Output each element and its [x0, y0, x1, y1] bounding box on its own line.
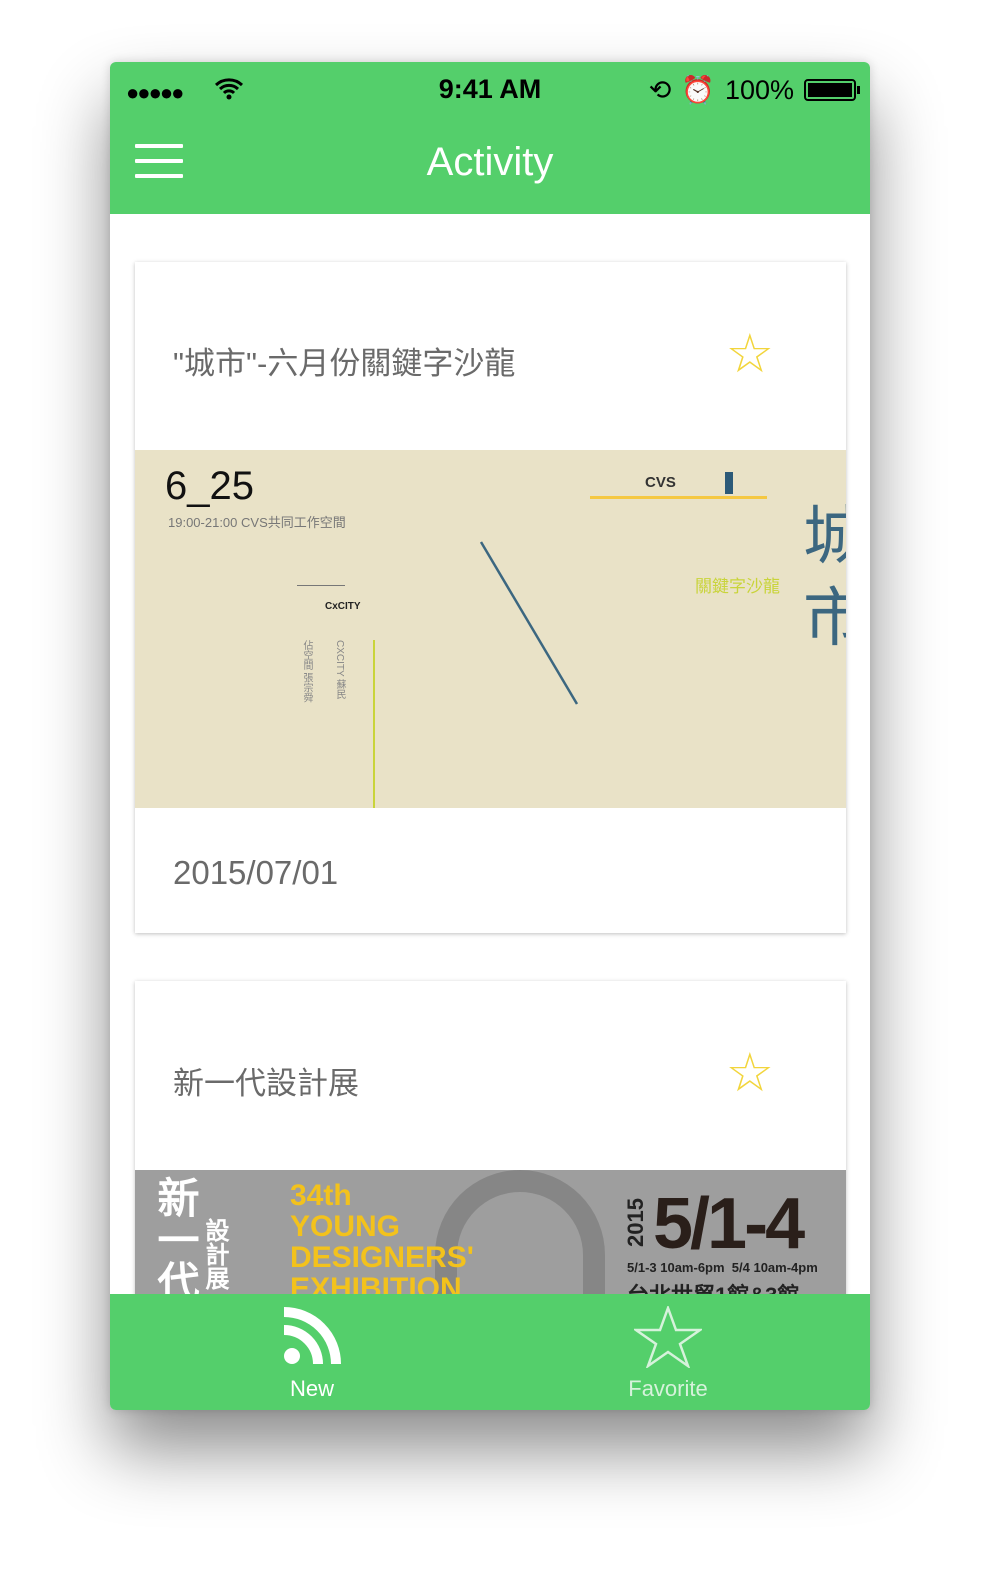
- battery-icon: [804, 79, 860, 101]
- activity-card[interactable]: 新一代設計展 ☆ 新一代 設計展 34th YOUNG DESIGNERS' E…: [135, 981, 846, 1294]
- tab-bar: New Favorite: [110, 1294, 870, 1410]
- favorite-star-icon[interactable]: ☆: [726, 322, 774, 385]
- activity-poster[interactable]: 新一代 設計展 34th YOUNG DESIGNERS' EXHIBITION…: [135, 1170, 846, 1294]
- star-icon: [634, 1306, 702, 1368]
- rss-icon: [283, 1307, 341, 1365]
- poster-venue: 台北世貿1館&3館: [627, 1278, 799, 1294]
- phone-screen: ●●●●● 9:41 AM ⟲ ⏰ 100% Activity "城市"-六月份…: [110, 62, 870, 1410]
- navigation-bar: ●●●●● 9:41 AM ⟲ ⏰ 100% Activity: [110, 62, 870, 214]
- favorite-star-icon[interactable]: ☆: [726, 1041, 774, 1104]
- tab-favorite[interactable]: Favorite: [478, 1294, 858, 1410]
- poster-line: DESIGNERS': [290, 1241, 474, 1274]
- alarm-icon: ⏰: [681, 75, 715, 105]
- tab-new[interactable]: New: [122, 1294, 502, 1410]
- poster-line: YOUNG: [290, 1210, 401, 1243]
- battery-percent: 100%: [724, 74, 794, 105]
- status-bar: ●●●●● 9:41 AM ⟲ ⏰ 100%: [110, 72, 870, 112]
- activity-date: 2015/07/01: [173, 854, 339, 891]
- poster-line: 34th: [290, 1179, 352, 1212]
- poster-cn-sub: 設計展: [201, 1218, 228, 1290]
- page-title: Activity: [426, 140, 554, 184]
- activity-card[interactable]: "城市"-六月份關鍵字沙龍 ☆ 6_25 19:00-21:00 CVS共同工作…: [135, 262, 846, 933]
- poster-line: EXHIBITION: [290, 1272, 462, 1294]
- poster-year: 2015: [623, 1198, 648, 1247]
- activity-list[interactable]: "城市"-六月份關鍵字沙龍 ☆ 6_25 19:00-21:00 CVS共同工作…: [110, 214, 870, 1294]
- activity-poster[interactable]: 6_25 19:00-21:00 CVS共同工作空間 CVS 關鍵字沙龍 城市 …: [135, 450, 846, 808]
- activity-title: "城市"-六月份關鍵字沙龍: [173, 346, 516, 381]
- rotation-lock-icon: ⟲: [648, 74, 672, 105]
- tab-label: New: [289, 1376, 334, 1401]
- poster-hours: 5/1-3 10am-6pm 5/4 10am-4pm: [627, 1260, 818, 1275]
- tab-label: Favorite: [628, 1376, 708, 1401]
- poster-dates: 5/1-4: [653, 1184, 805, 1264]
- activity-title: 新一代設計展: [173, 1066, 359, 1101]
